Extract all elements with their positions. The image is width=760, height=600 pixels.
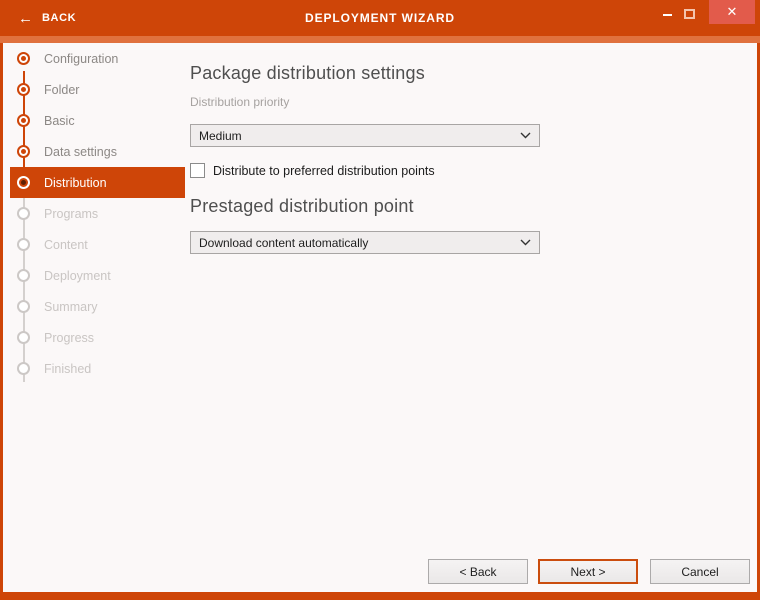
preferred-dp-checkbox-row[interactable]: Distribute to preferred distribution poi… (190, 163, 550, 178)
sidebar-item-data-settings[interactable]: Data settings (10, 136, 185, 167)
maximize-button[interactable] (678, 0, 700, 24)
minimize-button[interactable] (656, 0, 678, 24)
deployment-wizard-window: ← BACK DEPLOYMENT WIZARD ✕ Configuration… (0, 0, 760, 600)
step-circle-icon (17, 362, 30, 375)
sidebar-item-basic[interactable]: Basic (10, 105, 185, 136)
step-label: Folder (44, 83, 79, 97)
prestaged-dp-select[interactable]: Download content automatically (190, 231, 540, 254)
step-circle-icon (17, 300, 30, 313)
footer-button-bar: < Back Next > Cancel (428, 559, 750, 584)
cancel-button[interactable]: Cancel (650, 559, 750, 584)
titlebar-back-button[interactable]: ← BACK (18, 0, 76, 36)
sidebar-item-folder[interactable]: Folder (10, 74, 185, 105)
maximize-icon (684, 9, 695, 19)
step-label: Progress (44, 331, 94, 345)
distribution-priority-select[interactable]: Medium (190, 124, 540, 147)
step-circle-icon (17, 331, 30, 344)
sidebar-item-programs[interactable]: Programs (10, 198, 185, 229)
sidebar-item-finished[interactable]: Finished (10, 353, 185, 384)
preferred-dp-checkbox[interactable] (190, 163, 205, 178)
window-controls: ✕ (656, 0, 755, 24)
window-content-frame: Configuration Folder Basic Data settings Dis… (3, 43, 757, 592)
step-label: Configuration (44, 52, 118, 66)
sidebar-item-configuration[interactable]: Configuration (10, 43, 185, 74)
step-label: Data settings (44, 145, 117, 159)
back-label: BACK (42, 12, 76, 24)
step-label: Finished (44, 362, 91, 376)
package-distribution-heading: Package distribution settings (190, 63, 550, 84)
prestaged-dp-value: Download content automatically (199, 236, 368, 250)
step-circle-icon (17, 83, 30, 96)
step-label: Distribution (44, 176, 107, 190)
close-icon: ✕ (727, 4, 738, 20)
sidebar-item-summary[interactable]: Summary (10, 291, 185, 322)
distribution-priority-label: Distribution priority (190, 95, 550, 109)
distribution-priority-value: Medium (199, 129, 242, 143)
minimize-icon (663, 14, 672, 16)
step-label: Basic (44, 114, 75, 128)
step-label: Content (44, 238, 88, 252)
step-label: Programs (44, 207, 98, 221)
prestaged-dp-heading: Prestaged distribution point (190, 196, 550, 217)
titlebar-accent-strip (0, 36, 760, 43)
step-circle-icon (17, 238, 30, 251)
step-circle-icon (17, 114, 30, 127)
preferred-dp-checkbox-label: Distribute to preferred distribution poi… (213, 164, 435, 178)
sidebar-item-progress[interactable]: Progress (10, 322, 185, 353)
sidebar-item-deployment[interactable]: Deployment (10, 260, 185, 291)
titlebar: ← BACK DEPLOYMENT WIZARD ✕ (0, 0, 760, 36)
step-circle-icon (17, 269, 30, 282)
close-button[interactable]: ✕ (709, 0, 755, 24)
step-circle-icon (17, 52, 30, 65)
step-circle-icon (17, 145, 30, 158)
step-circle-icon (17, 207, 30, 220)
wizard-steps-sidebar: Configuration Folder Basic Data settings Dis… (3, 43, 185, 592)
chevron-down-icon (520, 132, 531, 139)
next-button[interactable]: Next > (538, 559, 638, 584)
sidebar-item-content[interactable]: Content (10, 229, 185, 260)
step-label: Deployment (44, 269, 111, 283)
step-label: Summary (44, 300, 97, 314)
back-arrow-icon: ← (18, 11, 33, 26)
window-title: DEPLOYMENT WIZARD (0, 0, 760, 36)
wizard-page-content: Package distribution settings Distributi… (190, 43, 550, 254)
back-button[interactable]: < Back (428, 559, 528, 584)
step-circle-icon (17, 176, 30, 189)
sidebar-item-distribution[interactable]: Distribution (10, 167, 185, 198)
chevron-down-icon (520, 239, 531, 246)
